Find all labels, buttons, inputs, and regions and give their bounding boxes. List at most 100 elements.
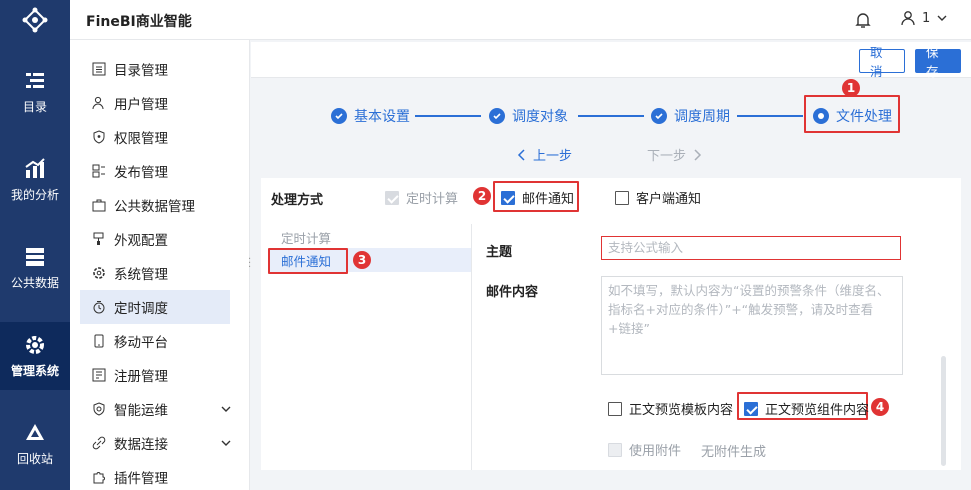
user-icon [901,11,915,26]
rail-label: 管理系统 [10,363,59,378]
subject-input[interactable]: 支持公式输入 [601,236,901,260]
ops-icon [93,402,105,416]
option-label: 客户端通知 [636,192,702,207]
rail-item-public-data[interactable]: 公共数据 [0,234,70,302]
menu-item-connections[interactable]: 数据连接 [80,426,231,460]
menu-item-plugins[interactable]: 插件管理 [80,460,230,490]
cancel-button[interactable]: 取消 [859,45,905,79]
option-preview-template[interactable]: 正文预览模板内容 [608,399,733,418]
menu-item-users[interactable]: 用户管理 [80,86,230,120]
bell-icon[interactable] [855,11,871,29]
step-connector [578,115,644,117]
content-textarea[interactable]: 如不填写，默认内容为“设置的预警条件（维度名、指标名+对应的条件）”+“触发预警… [601,276,903,375]
chevron-down-icon [221,440,231,446]
gear-icon [26,335,44,354]
option-email-notify[interactable]: 邮件通知 [501,188,574,207]
app-title: FineBI商业智能 [86,14,192,30]
menu-item-appearance[interactable]: 外观配置 [80,222,230,256]
prev-step-button[interactable]: 上一步 [517,145,572,164]
option-client-notify[interactable]: 客户端通知 [615,188,701,207]
rail-label: 公共数据 [10,275,59,290]
option-use-attachment[interactable]: 使用附件 [608,440,681,459]
menu-label: 外观配置 [114,233,168,249]
app-logo[interactable] [0,0,70,40]
menu-label: 智能运维 [114,403,168,419]
rail-label: 回收站 [16,451,53,466]
step-label: 基本设置 [354,109,410,125]
scrollbar[interactable] [941,356,946,466]
menu-item-mobile[interactable]: 移动平台 [80,324,230,358]
menu-label: 权限管理 [114,131,168,147]
briefcase-icon [92,199,106,212]
checkbox [608,442,622,457]
save-button[interactable]: 保存 [915,45,961,79]
menu-item-catalog[interactable]: 目录管理 [80,52,230,86]
menu-label: 目录管理 [114,63,168,79]
menu-item-system[interactable]: 系统管理 [80,256,230,290]
rail-item-recycle[interactable]: 回收站 [0,410,70,478]
publish-icon [92,164,105,178]
content-label: 邮件内容 [486,285,539,300]
puzzle-icon [93,472,105,484]
step-label: 调度对象 [512,109,568,125]
rail-label: 目录 [22,99,47,114]
step-connector [415,115,481,117]
step-schedule-object[interactable]: 调度对象 [489,106,568,126]
menu-item-public-data[interactable]: 公共数据管理 [80,188,230,222]
menu-item-permissions[interactable]: 权限管理 [80,120,230,154]
step-label: 调度周期 [674,109,730,125]
no-attachment-text: 无附件生成 [701,445,767,460]
option-label: 定时计算 [406,192,459,207]
chevron-down-icon [937,15,947,21]
rail-item-catalog[interactable]: 目录 [0,58,70,126]
menu-label: 定时调度 [114,301,168,317]
check-icon [489,108,505,124]
menu-label: 移动平台 [114,335,168,351]
menu-label: 公共数据管理 [114,199,195,215]
analysis-icon [25,157,45,178]
list-item[interactable]: 定时计算 [269,225,471,249]
option-label: 正文预览模板内容 [629,403,734,418]
rail-item-analysis[interactable]: 我的分析 [0,146,70,214]
step-basic-settings[interactable]: 基本设置 [331,106,410,126]
rail-item-admin[interactable]: 管理系统 [0,322,70,390]
admin-menu: 目录管理 用户管理 权限管理 发布管理 公共数据管理 外观配置 系统管理 定时调… [70,40,250,490]
checkbox [608,401,622,416]
annotation-badge: 2 [473,187,491,205]
next-step-button[interactable]: 下一步 [647,145,702,164]
option-preview-component[interactable]: 正文预览组件内容 [744,399,869,418]
recycle-icon [26,423,44,440]
annotation-badge: 1 [842,79,860,97]
menu-item-schedule[interactable]: 定时调度 [80,290,230,324]
catalog-icon [26,72,44,88]
menu-label: 插件管理 [114,471,168,487]
option-label: 邮件通知 [522,192,575,207]
menu-item-publish[interactable]: 发布管理 [80,154,230,188]
gear-icon [93,267,105,279]
user-name: 1 [922,10,931,26]
file-processing-panel: 处理方式 定时计算 2 邮件通知 客户端通知 定时计算 邮件通知 3 主题 支持… [261,178,961,470]
top-header: FineBI商业智能 1 [70,0,971,40]
user-icon [92,96,104,110]
collapse-handle[interactable]: · · · [248,255,251,273]
checkbox [744,401,758,416]
menu-label: 用户管理 [114,97,168,113]
option-label: 使用附件 [629,444,682,459]
checkbox [385,190,399,205]
register-icon [92,368,106,382]
data-icon [26,247,44,266]
menu-item-registration[interactable]: 注册管理 [80,358,230,392]
next-label: 下一步 [647,149,687,164]
step-wizard: 基本设置 调度对象 调度周期 文件处理 1 上一步 下一步 [251,79,971,179]
checkbox [615,190,629,205]
check-icon [331,108,347,124]
user-menu[interactable]: 1 [900,10,948,26]
chevron-left-icon [517,148,525,161]
step-schedule-cycle[interactable]: 调度周期 [651,106,730,126]
option-scheduled-calc[interactable]: 定时计算 [385,188,458,207]
menu-item-ops[interactable]: 智能运维 [80,392,231,426]
clock-icon [93,301,105,314]
chevron-down-icon [221,406,231,412]
brush-icon [93,232,104,245]
highlight-box [804,95,900,133]
